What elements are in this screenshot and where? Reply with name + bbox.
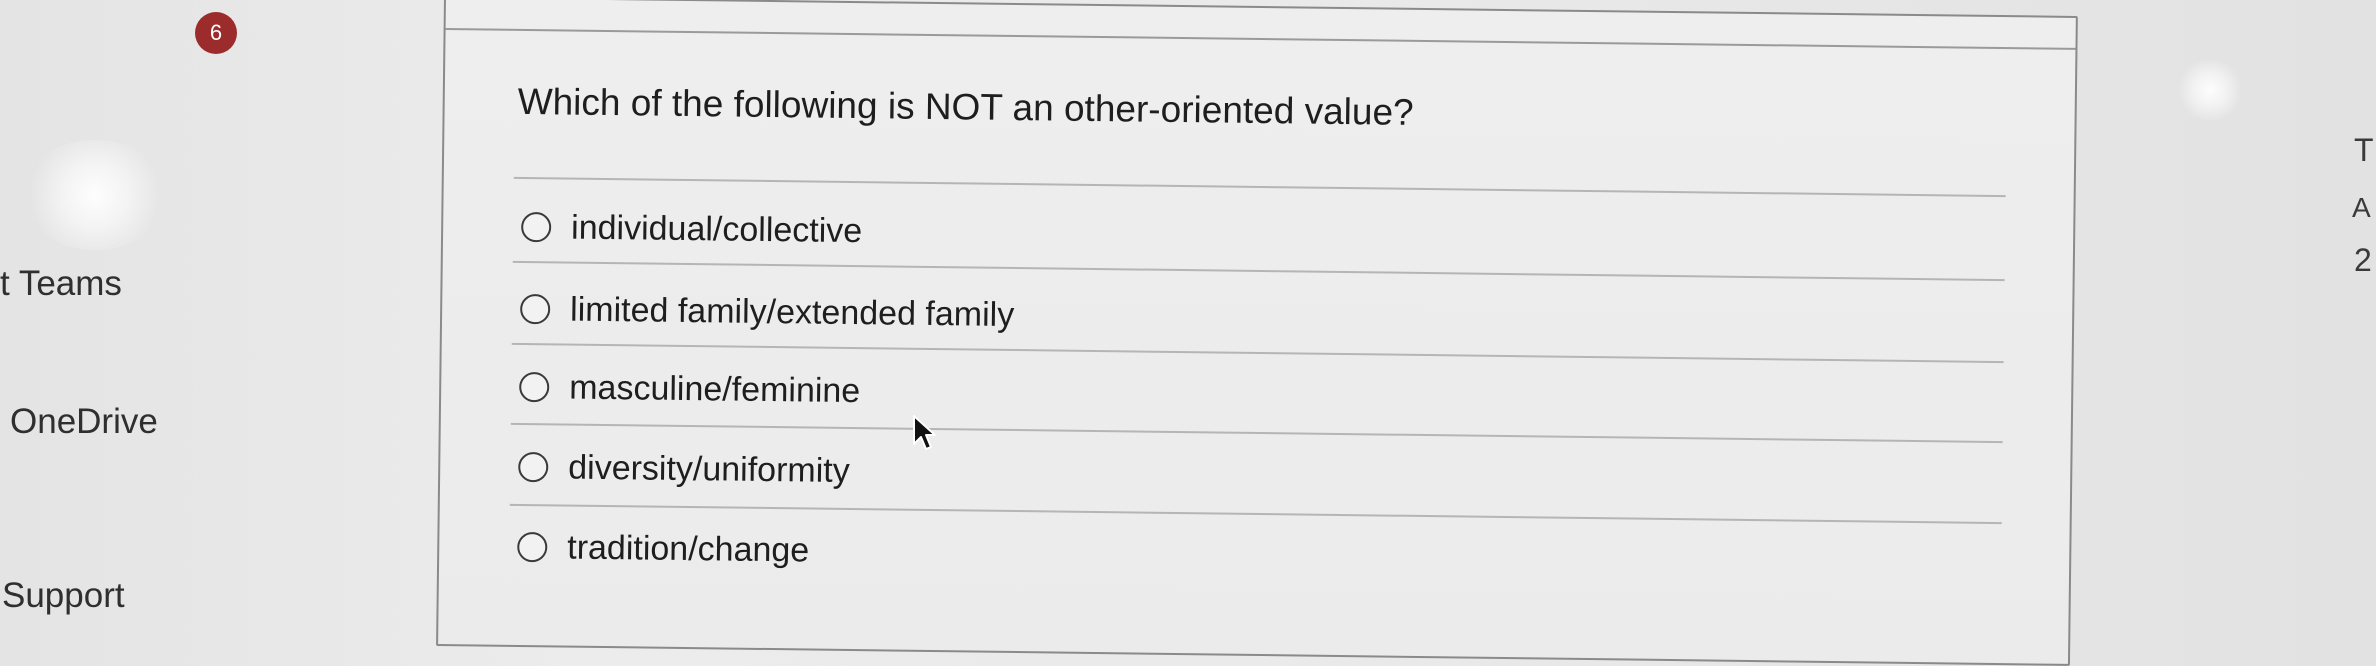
answer-option[interactable]: masculine/feminine	[519, 363, 861, 415]
option-divider	[511, 342, 2004, 364]
screen-glare	[2175, 60, 2245, 120]
option-divider	[513, 176, 2006, 198]
option-divider	[512, 260, 2005, 282]
right-panel-text: 2	[2354, 242, 2372, 278]
question-number-badge: 6	[195, 12, 237, 54]
nav-item-onedrive[interactable]: OneDrive	[10, 402, 158, 442]
answer-option-label: limited family/extended family	[569, 290, 1015, 334]
mouse-pointer-icon	[912, 414, 938, 457]
right-panel-text: T	[2354, 132, 2374, 168]
radio-button-icon[interactable]	[517, 531, 548, 563]
answer-option[interactable]: limited family/extended family	[519, 285, 1015, 339]
answer-option[interactable]: diversity/uniformity	[518, 443, 850, 495]
radio-button-icon[interactable]	[518, 451, 549, 483]
nav-item-teams[interactable]: t Teams	[0, 264, 122, 304]
answer-option-label: tradition/change	[567, 528, 810, 570]
answer-option-label: diversity/uniformity	[568, 448, 850, 490]
answer-option-label: individual/collective	[570, 208, 863, 250]
answer-option[interactable]: tradition/change	[517, 523, 810, 575]
left-navigation: t Teams OneDrive Support	[0, 0, 300, 665]
answer-option-label: masculine/feminine	[568, 368, 861, 410]
radio-button-icon[interactable]	[521, 211, 552, 243]
option-divider	[510, 422, 2003, 444]
nav-item-support[interactable]: Support	[2, 576, 125, 616]
answer-option[interactable]: individual/collective	[521, 203, 863, 255]
radio-button-icon[interactable]	[519, 371, 550, 403]
card-top-divider	[445, 28, 2076, 50]
question-prompt: Which of the following is NOT an other-o…	[517, 80, 1414, 133]
right-panel-text: A	[2352, 192, 2371, 223]
question-card: Which of the following is NOT an other-o…	[436, 0, 2078, 666]
radio-button-icon[interactable]	[519, 293, 551, 325]
option-divider	[509, 503, 2002, 525]
